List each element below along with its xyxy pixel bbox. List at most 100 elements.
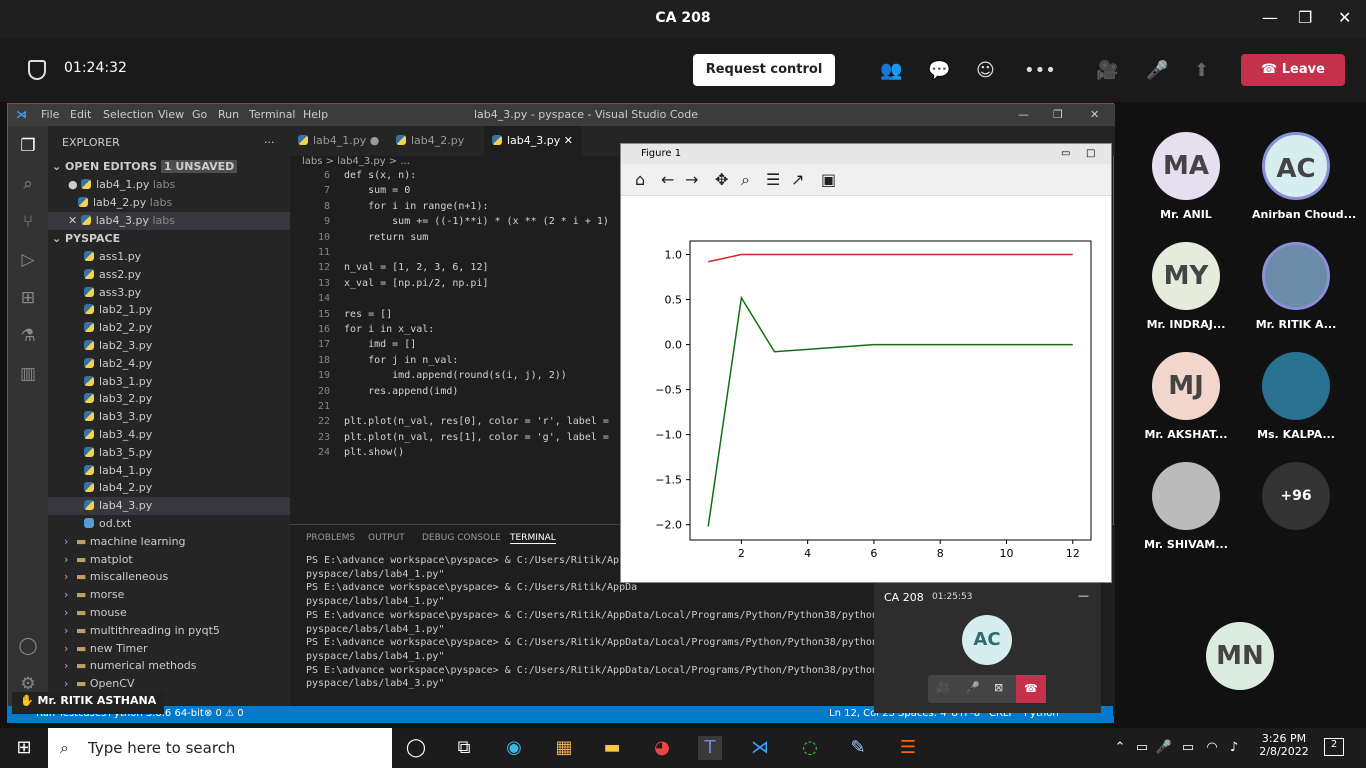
vs-close-icon[interactable]: ✕ xyxy=(1090,108,1099,121)
clock[interactable]: 3:26 PM 2/8/2022 xyxy=(1254,732,1314,758)
code-line[interactable]: res.append(imd) xyxy=(344,386,458,397)
fig-maximize-icon[interactable]: □ xyxy=(1086,144,1095,164)
code-line[interactable]: def s(x, n): xyxy=(344,170,416,181)
share-icon[interactable]: ⬆ xyxy=(1194,60,1209,81)
panel-tab-debug-console[interactable]: DEBUG CONSOLE xyxy=(422,533,501,543)
folder-item[interactable]: › ▬ machine learning xyxy=(48,533,290,551)
menu-help[interactable]: Help xyxy=(303,108,328,121)
account-icon[interactable]: ◯ xyxy=(17,636,39,658)
mini-mic-icon[interactable]: 🎤 xyxy=(966,681,980,694)
more-icon[interactable]: ••• xyxy=(1024,60,1056,81)
participant-tile[interactable]: MJ Mr. AKSHAT... xyxy=(1142,352,1230,441)
mic-off-icon[interactable]: 🎤 xyxy=(1146,60,1168,81)
app-icon[interactable]: ◌ xyxy=(798,736,822,760)
participant-tile[interactable]: MA Mr. ANIL xyxy=(1142,132,1230,221)
vs-minimize-icon[interactable]: — xyxy=(1018,108,1029,121)
code-line[interactable]: sum += ((-1)**i) * (x ** (2 * i + 1) xyxy=(344,216,609,227)
wifi-icon[interactable]: ◠ xyxy=(1200,736,1224,760)
participant-tile[interactable]: MY Mr. INDRAJ... xyxy=(1142,242,1230,331)
code-line[interactable]: n_val = [1, 2, 3, 6, 12] xyxy=(344,262,489,273)
forward-icon[interactable]: → xyxy=(685,170,698,189)
file-item[interactable]: lab2_4.py xyxy=(48,355,290,373)
breadcrumb[interactable]: labs > lab4_3.py > ... xyxy=(302,156,410,167)
zoom-icon[interactable]: ⌕ xyxy=(741,170,750,190)
file-item[interactable]: lab3_3.py xyxy=(48,408,290,426)
panel-tab-terminal[interactable]: TERMINAL xyxy=(510,533,556,544)
search-icon[interactable]: ⌕ xyxy=(17,174,39,196)
teams-icon[interactable]: T xyxy=(698,736,722,760)
close-icon[interactable]: ✕ xyxy=(1338,8,1351,27)
file-item[interactable]: lab4_3.py xyxy=(48,497,290,516)
run-debug-icon[interactable]: ▷ xyxy=(17,250,39,272)
folder-item[interactable]: › ▬ morse xyxy=(48,586,290,604)
tray-camera-icon[interactable]: ▭ xyxy=(1130,736,1154,760)
windows-start-icon[interactable]: ⊞ xyxy=(12,736,36,760)
extensions-icon[interactable]: ⊞ xyxy=(17,288,39,310)
workspace-header[interactable]: ⌄ PYSPACE xyxy=(48,230,290,248)
file-item[interactable]: ass2.py xyxy=(48,266,290,284)
file-item[interactable]: lab2_1.py xyxy=(48,301,290,319)
code-line[interactable]: x_val = [np.pi/2, np.pi] xyxy=(344,278,489,289)
file-item[interactable]: lab3_2.py xyxy=(48,390,290,408)
home-icon[interactable]: ⌂ xyxy=(635,170,645,189)
panel-tab-problems[interactable]: PROBLEMS xyxy=(306,533,355,543)
menu-file[interactable]: File xyxy=(41,108,59,121)
taskbar-search[interactable]: ⌕ Type here to search xyxy=(48,728,392,768)
folder-item[interactable]: › ▬ mouse xyxy=(48,604,290,622)
folder-item[interactable]: › ▬ matplot xyxy=(48,551,290,569)
tab-lab4-1[interactable]: lab4_1.py ● xyxy=(290,126,388,156)
menu-edit[interactable]: Edit xyxy=(70,108,91,121)
panel-tab-output[interactable]: OUTPUT xyxy=(368,533,405,543)
charts-icon[interactable]: ▥ xyxy=(17,364,39,386)
tab-lab4-2[interactable]: lab4_2.py xyxy=(388,126,484,156)
file-item[interactable]: lab4_1.py xyxy=(48,462,290,480)
explorer-icon[interactable]: ❐ xyxy=(17,136,39,158)
battery-icon[interactable]: ▭ xyxy=(1176,736,1200,760)
code-line[interactable]: plt.show() xyxy=(344,447,404,458)
participant-tile[interactable]: Mr. RITIK A... xyxy=(1252,242,1340,331)
source-control-icon[interactable]: ⑂ xyxy=(17,212,39,234)
file-item[interactable]: lab4_2.py xyxy=(48,479,290,497)
folder-item[interactable]: › ▬ numerical methods xyxy=(48,657,290,675)
jupyter-icon[interactable]: ☰ xyxy=(896,736,920,760)
menu-selection[interactable]: Selection xyxy=(103,108,154,121)
file-item[interactable]: ass1.py xyxy=(48,248,290,266)
open-editors-header[interactable]: ⌄ OPEN EDITORS 1 UNSAVED xyxy=(48,158,290,176)
testing-icon[interactable]: ⚗ xyxy=(17,326,39,348)
code-editor[interactable]: 6 def s(x, n): 7 sum = 0 8 for i in range(n… xyxy=(290,170,620,521)
folder-item[interactable]: › ▬ miscalleneous xyxy=(48,568,290,586)
pan-icon[interactable]: ✥ xyxy=(715,170,728,189)
open-editor-item[interactable]: ● lab4_1.py labs xyxy=(48,176,290,194)
camera-off-icon[interactable]: 🎥 xyxy=(1096,60,1118,81)
code-line[interactable]: return sum xyxy=(344,232,428,243)
notification-icon[interactable]: 2 xyxy=(1324,738,1344,756)
minimize-icon[interactable]: — xyxy=(1262,8,1278,27)
edit-axes-icon[interactable]: ↗ xyxy=(791,170,804,189)
file-item[interactable]: lab3_4.py xyxy=(48,426,290,444)
mini-share-icon[interactable]: ⊠ xyxy=(994,681,1003,694)
code-line[interactable]: for i in range(n+1): xyxy=(344,201,488,212)
paint-icon[interactable]: ✎ xyxy=(846,736,870,760)
code-line[interactable]: sum = 0 xyxy=(344,185,410,196)
participant-tile[interactable]: Mr. SHIVAM... xyxy=(1142,462,1230,551)
participant-tile-mn[interactable]: MN xyxy=(1206,622,1274,690)
file-item[interactable]: lab3_1.py xyxy=(48,373,290,391)
code-line[interactable]: imd.append(round(s(i, j), 2)) xyxy=(344,370,567,381)
task-view-icon[interactable]: ⧉ xyxy=(452,736,476,760)
people-icon[interactable]: 👥 xyxy=(880,60,902,81)
code-line[interactable]: imd = [] xyxy=(344,339,416,350)
code-line[interactable]: res = [] xyxy=(344,309,392,320)
open-editor-item[interactable]: lab4_2.py labs xyxy=(48,194,290,212)
participant-tile[interactable]: +96 xyxy=(1252,462,1340,538)
file-item[interactable]: od.txt xyxy=(48,515,290,533)
file-item[interactable]: lab2_2.py xyxy=(48,319,290,337)
open-editor-item-active[interactable]: ✕ lab4_3.py labs xyxy=(48,212,290,230)
chrome-icon[interactable]: ◕ xyxy=(650,736,674,760)
participant-tile[interactable]: AC Anirban Choud... xyxy=(1252,132,1356,221)
menu-go[interactable]: Go xyxy=(192,108,207,121)
file-item[interactable]: ass3.py xyxy=(48,284,290,302)
code-line[interactable]: for i in x_val: xyxy=(344,324,434,335)
leave-button[interactable]: ☎ Leave xyxy=(1241,54,1345,86)
problems-count[interactable]: ⊗ 0 ⚠ 0 xyxy=(204,708,244,719)
vscode-taskbar-icon[interactable]: ⋊ xyxy=(748,736,772,760)
